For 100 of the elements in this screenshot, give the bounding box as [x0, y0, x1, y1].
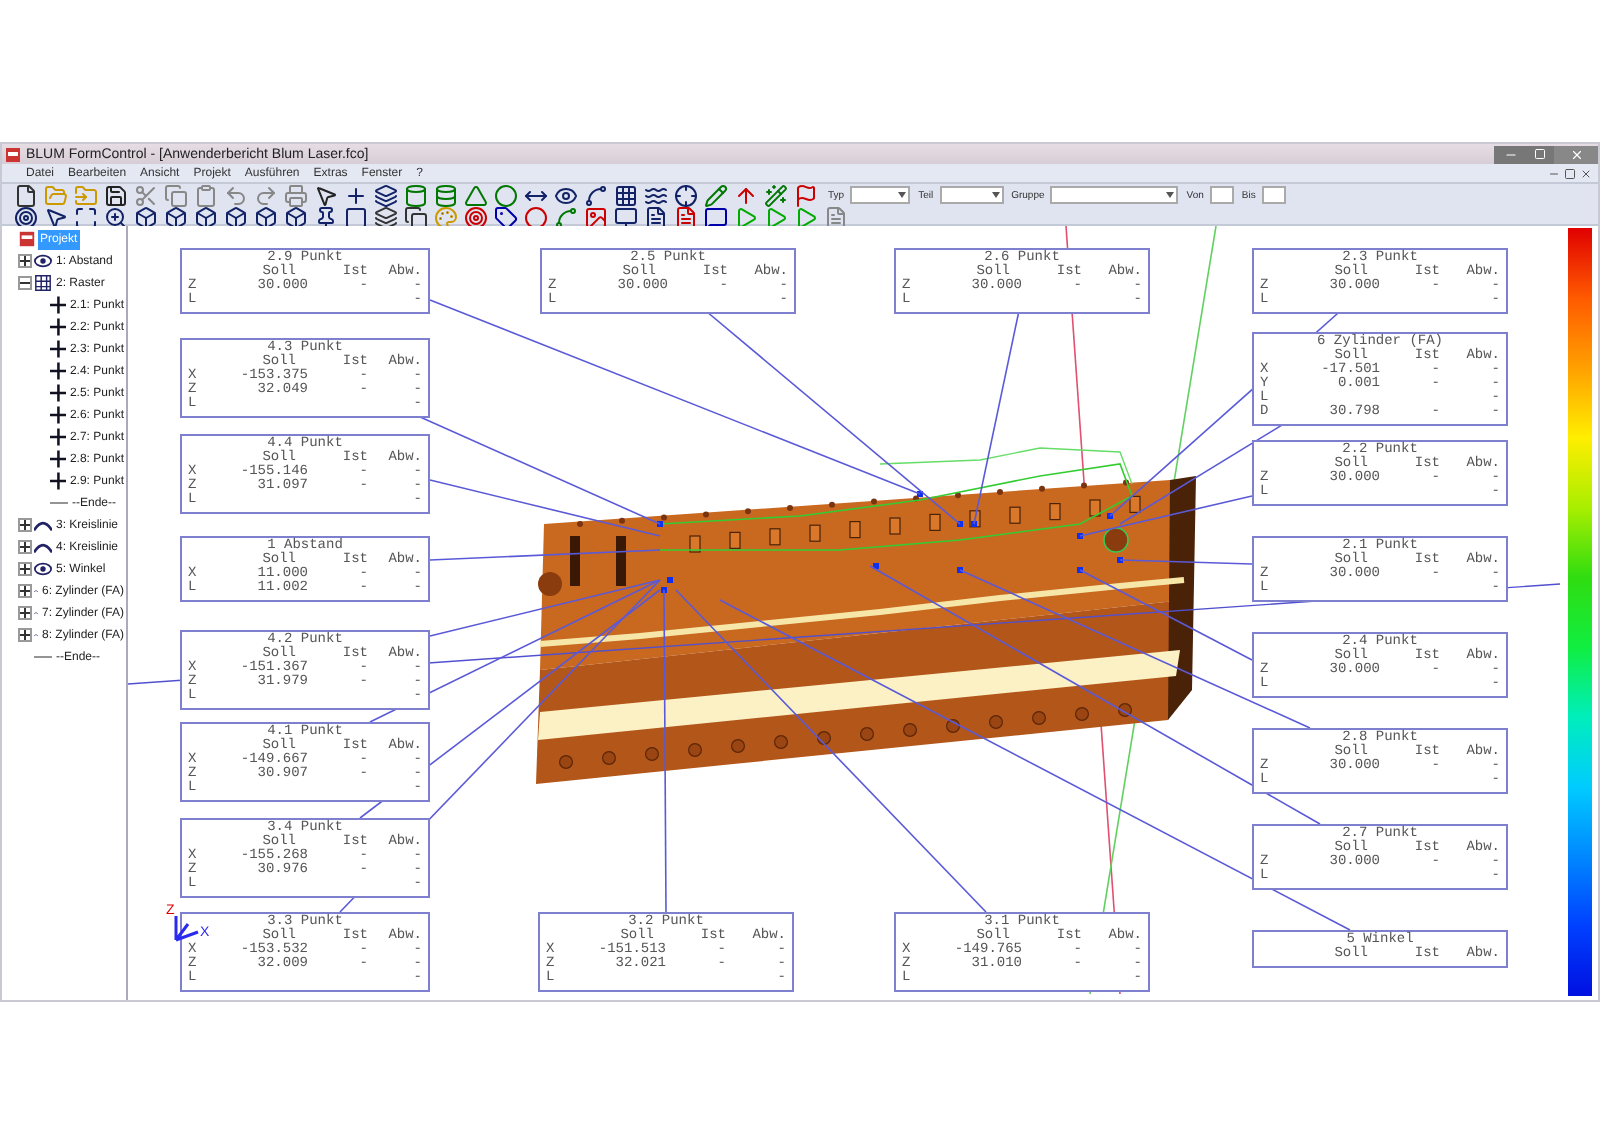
- save-button[interactable]: [100, 180, 130, 210]
- zoom-icon: [103, 205, 127, 229]
- folder-icon: [43, 183, 67, 207]
- curve-button[interactable]: [580, 180, 610, 210]
- cube-button[interactable]: [130, 202, 160, 232]
- flag-icon: [793, 183, 817, 207]
- cylinder-button[interactable]: [430, 180, 460, 210]
- cross-icon: [49, 296, 66, 314]
- copy-icon: [163, 183, 187, 207]
- folder-button[interactable]: [70, 180, 100, 210]
- grid-icon: [613, 183, 637, 207]
- undo-icon: [223, 183, 247, 207]
- cylinder-icon: [433, 183, 457, 207]
- layers-button[interactable]: [370, 202, 400, 232]
- close-icon: [1569, 147, 1583, 161]
- expand-toggle[interactable]: [18, 628, 32, 642]
- app-icon: [6, 147, 20, 161]
- cube-icon: [253, 205, 277, 229]
- palette-button[interactable]: [430, 202, 460, 232]
- arrow-up-icon: [733, 183, 757, 207]
- expand-toggle[interactable]: [18, 540, 32, 554]
- redo-icon: [253, 183, 277, 207]
- filter-dropdown[interactable]: [850, 186, 911, 204]
- close-icon[interactable]: [1580, 167, 1592, 179]
- expand-toggle[interactable]: [18, 584, 32, 598]
- copy-button[interactable]: [400, 202, 430, 232]
- filter-field[interactable]: [1261, 186, 1286, 204]
- fit-icon: [73, 205, 97, 229]
- cross-icon: [49, 472, 66, 490]
- grid-icon: [34, 274, 52, 292]
- cube-icon: [223, 205, 247, 229]
- zoom-button[interactable]: [100, 202, 130, 232]
- document-icon: [673, 205, 697, 229]
- layers-icon: [373, 205, 397, 229]
- document-icon: [823, 205, 847, 229]
- scissors-icon: [133, 183, 157, 207]
- tag-icon: [493, 205, 517, 229]
- maximize-icon: [1534, 148, 1546, 160]
- cube-button[interactable]: [190, 202, 220, 232]
- wand-icon: [763, 183, 787, 207]
- cube-icon: [193, 205, 217, 229]
- cross-icon: [49, 406, 66, 424]
- eye-icon: [34, 252, 52, 270]
- filter-field[interactable]: [1209, 186, 1234, 204]
- image-button[interactable]: [580, 202, 610, 232]
- maximize-button[interactable]: [1526, 145, 1554, 163]
- circle-button[interactable]: [520, 202, 550, 232]
- fit-button[interactable]: [70, 202, 100, 232]
- cube-button[interactable]: [250, 202, 280, 232]
- triangle-button[interactable]: [460, 180, 490, 210]
- cross-icon: [49, 384, 66, 402]
- wand-button[interactable]: [760, 180, 790, 210]
- crosshair-button[interactable]: [670, 180, 700, 210]
- plus-icon: [343, 183, 367, 207]
- clipboard-icon: [193, 183, 217, 207]
- target-icon: [13, 205, 37, 229]
- eye-icon: [34, 560, 52, 578]
- image-icon: [583, 205, 607, 229]
- play-icon: [763, 205, 787, 229]
- cube-icon: [163, 205, 187, 229]
- pointer-icon: [43, 205, 67, 229]
- cube-icon: [283, 205, 307, 229]
- expand-toggle[interactable]: [18, 518, 32, 532]
- pencil-button[interactable]: [700, 180, 730, 210]
- cube-button[interactable]: [220, 202, 250, 232]
- document-icon: [643, 205, 667, 229]
- save-icon: [103, 183, 127, 207]
- expand-toggle[interactable]: [18, 606, 32, 620]
- expand-toggle[interactable]: [18, 276, 32, 290]
- expand-toggle[interactable]: [18, 562, 32, 576]
- pencil-icon: [703, 183, 727, 207]
- grid-button[interactable]: [610, 180, 640, 210]
- restore-icon[interactable]: [1564, 167, 1576, 179]
- cross-icon: [49, 340, 66, 358]
- pointer-icon: [313, 183, 337, 207]
- close-button[interactable]: [1554, 145, 1598, 163]
- filter-dropdown[interactable]: [939, 186, 1004, 204]
- layers-button[interactable]: [370, 180, 400, 210]
- cross-icon: [49, 362, 66, 380]
- cylinder-button[interactable]: [400, 180, 430, 210]
- cross-icon: [49, 318, 66, 336]
- printer-icon: [283, 183, 307, 207]
- layers-icon: [373, 183, 397, 207]
- play-icon: [793, 205, 817, 229]
- circle-button[interactable]: [490, 180, 520, 210]
- minimize-button[interactable]: [1494, 145, 1526, 163]
- target-button[interactable]: [10, 202, 40, 232]
- crosshair-icon: [673, 183, 697, 207]
- circle-icon: [493, 183, 517, 207]
- folder-icon: [73, 183, 97, 207]
- target-icon: [463, 205, 487, 229]
- dropdown-arrow-icon: [991, 192, 1000, 198]
- cube-icon: [133, 205, 157, 229]
- expand-toggle[interactable]: [18, 254, 32, 268]
- message-button[interactable]: [700, 202, 730, 232]
- cross-icon: [49, 428, 66, 446]
- cylinder-icon: [403, 183, 427, 207]
- cube-button[interactable]: [160, 202, 190, 232]
- cube-button[interactable]: [280, 202, 310, 232]
- tag-button[interactable]: [490, 202, 520, 232]
